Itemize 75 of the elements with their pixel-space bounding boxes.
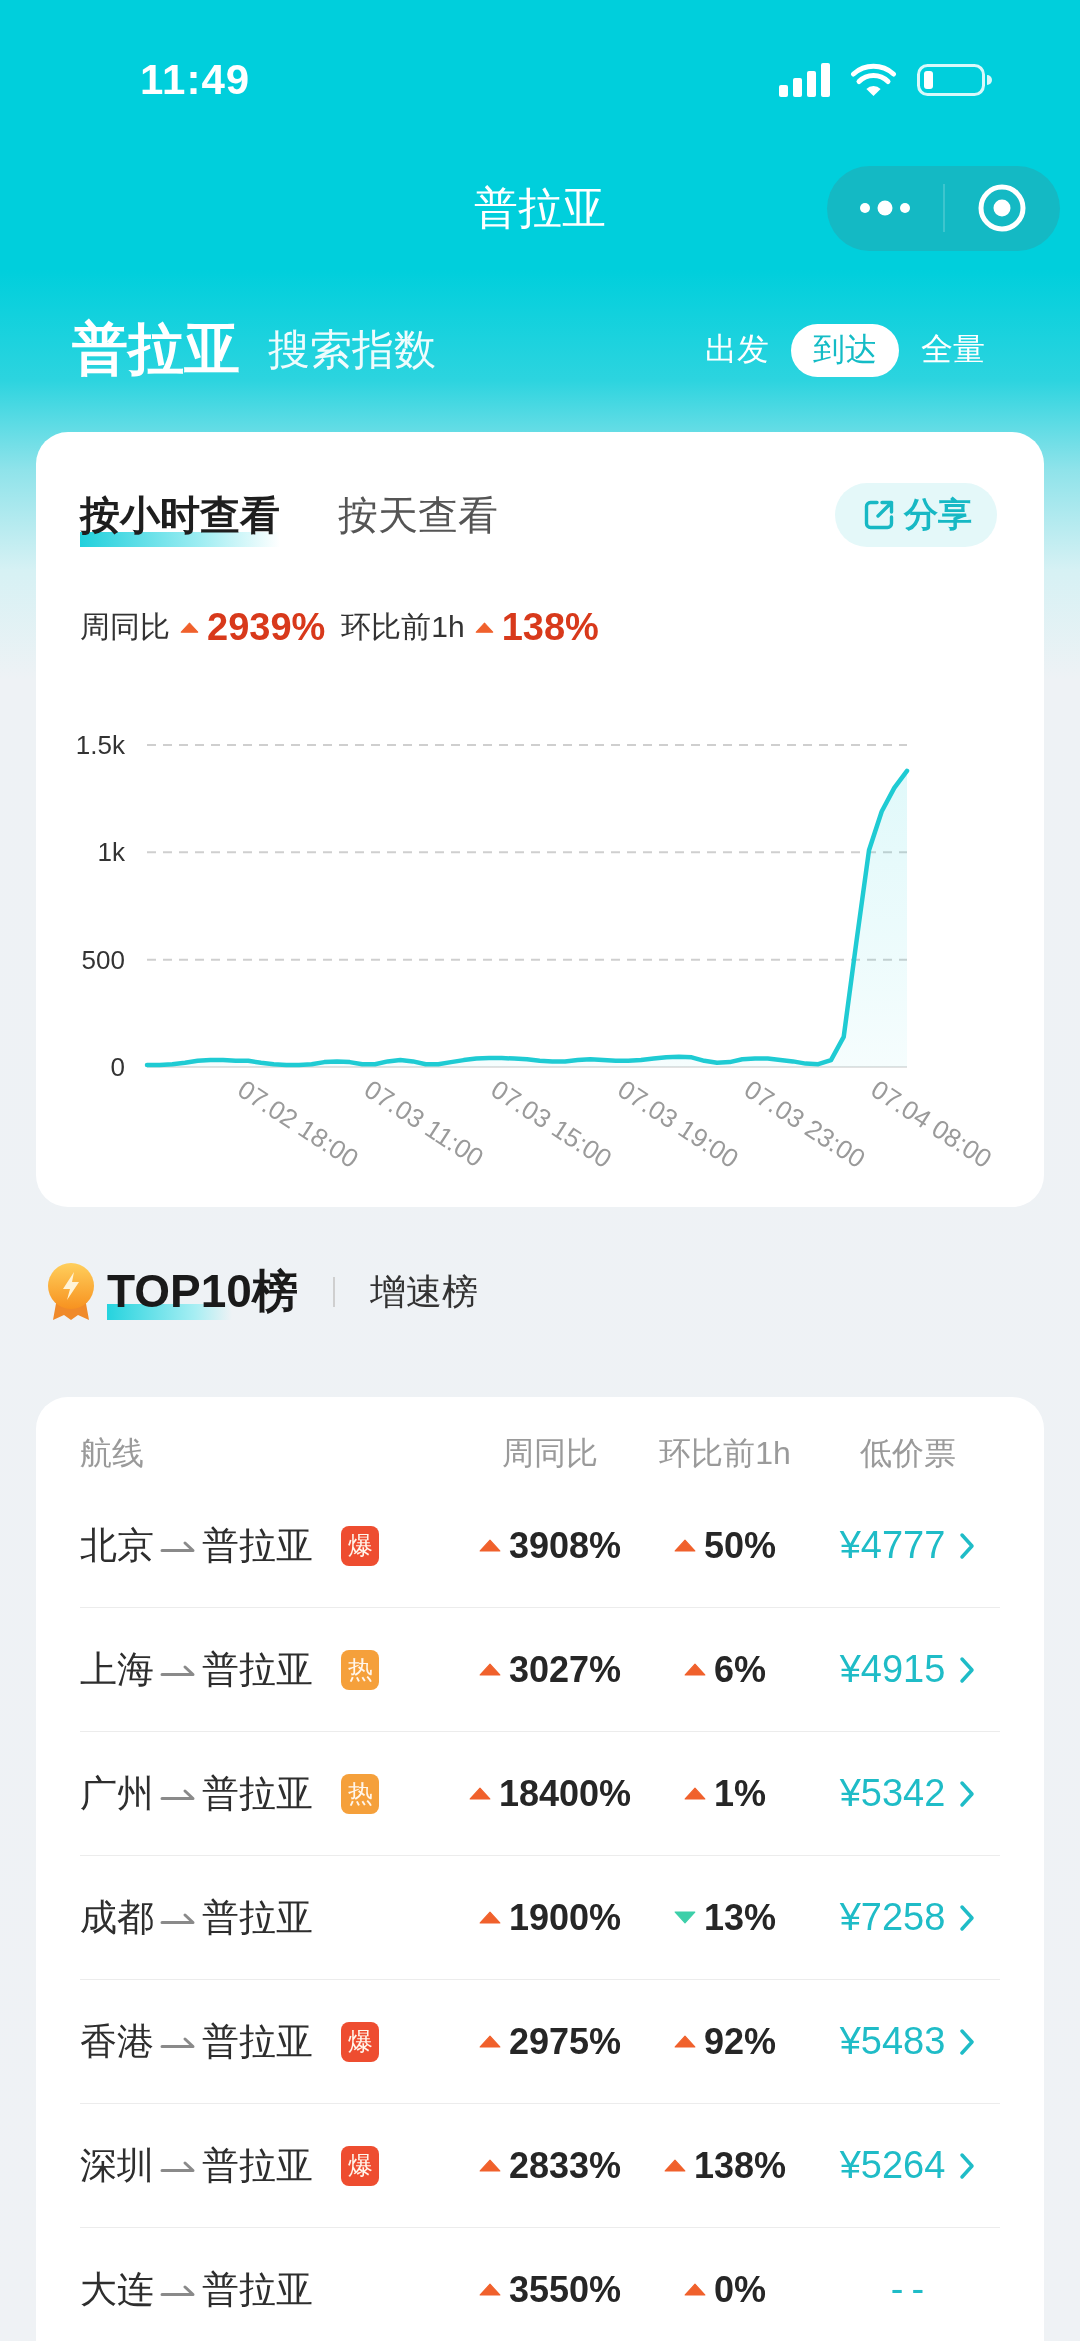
stat-value: 138% <box>501 605 599 649</box>
page-subtitle: 搜索指数 <box>268 325 436 375</box>
destination-city: 普拉亚 <box>202 2019 313 2064</box>
destination-city: 普拉亚 <box>202 1895 313 1940</box>
change-value: 92% <box>703 2020 777 2063</box>
direction-tab[interactable]: 出发 <box>683 323 791 377</box>
destination-city: 普拉亚 <box>202 2267 313 2312</box>
tag-badge: 爆 <box>341 2145 379 2186</box>
stat-label: 周同比 <box>80 608 170 645</box>
chevron-icon <box>959 2027 976 2056</box>
target-icon <box>978 184 1027 232</box>
change-value: 1900% <box>508 1896 622 1939</box>
column-header: 低价票 <box>859 1434 956 1473</box>
change-value: 6% <box>714 1648 766 1691</box>
change-value: 138% <box>693 2144 787 2187</box>
change-value: 3908% <box>508 1524 622 1567</box>
origin-city: 香港 <box>80 2019 154 2064</box>
chevron-icon <box>959 1903 976 1932</box>
destination-city: 普拉亚 <box>202 1771 313 1816</box>
origin-city: 大连 <box>80 2267 154 2312</box>
axis-label: 1k <box>97 837 125 868</box>
nav-title: 普拉亚 <box>474 181 606 234</box>
price-link[interactable]: ¥5342 <box>839 1772 976 1815</box>
stat-label: 环比前1h <box>341 608 465 645</box>
axis-label: 500 <box>81 944 125 975</box>
chevron-icon <box>959 1779 976 1808</box>
direction-tab[interactable]: 到达 <box>791 323 899 377</box>
direction-tab[interactable]: 全量 <box>899 323 1007 377</box>
status-time: 11:49 <box>140 56 251 104</box>
change-value: 0% <box>714 2268 766 2311</box>
change-value: 3027% <box>508 1648 622 1691</box>
price-text: -- <box>889 2268 933 2311</box>
change-value: 3550% <box>508 2268 622 2311</box>
origin-city: 深圳 <box>80 2143 154 2188</box>
stat-value: 2939% <box>207 605 326 649</box>
change-value: 1% <box>714 1772 766 1815</box>
axis-label: 1.5k <box>75 730 125 760</box>
change-value: 2833% <box>508 2144 622 2187</box>
column-header: 环比前1h <box>659 1434 791 1473</box>
chevron-icon <box>959 1655 976 1684</box>
axis-label: 0 <box>110 1052 125 1082</box>
destination-city: 普拉亚 <box>202 1647 313 1692</box>
destination-city: 普拉亚 <box>202 1523 313 1568</box>
price-link[interactable]: ¥4777 <box>839 1524 976 1567</box>
tag-badge: 热 <box>341 1773 379 1814</box>
price-link[interactable]: ¥7258 <box>839 1896 976 1939</box>
change-value: 18400% <box>498 1772 632 1815</box>
destination-city: 普拉亚 <box>202 2143 313 2188</box>
ranking-tab[interactable]: 增速榜 <box>369 1262 478 1322</box>
chevron-icon <box>959 1531 976 1560</box>
tag-badge: 爆 <box>341 2021 379 2062</box>
tag-badge: 热 <box>341 1649 379 1690</box>
origin-city: 成都 <box>80 1895 154 1940</box>
price-link[interactable]: ¥4915 <box>839 1648 976 1691</box>
price-link[interactable]: ¥5264 <box>839 2144 976 2187</box>
change-value: 13% <box>703 1896 777 1939</box>
origin-city: 北京 <box>80 1523 154 1568</box>
change-value: 2975% <box>508 2020 622 2063</box>
dots-icon <box>858 200 911 216</box>
tag-badge: 爆 <box>341 1525 379 1566</box>
share-icon <box>862 498 896 532</box>
origin-city: 上海 <box>80 1647 154 1692</box>
battery-icon <box>917 64 992 96</box>
change-value: 50% <box>703 1524 777 1567</box>
wifi-icon <box>850 62 897 98</box>
share-button[interactable]: 分享 <box>835 483 997 547</box>
origin-city: 广州 <box>80 1771 154 1816</box>
page-title: 普拉亚 <box>72 316 240 382</box>
period-tab[interactable]: 按天查看 <box>338 483 498 547</box>
signal-icon <box>779 63 830 97</box>
column-header: 航线 <box>80 1434 144 1473</box>
medal-icon <box>45 1262 97 1322</box>
column-header: 周同比 <box>502 1434 598 1473</box>
price-link[interactable]: ¥5483 <box>839 2020 976 2063</box>
chevron-icon <box>959 2151 976 2180</box>
